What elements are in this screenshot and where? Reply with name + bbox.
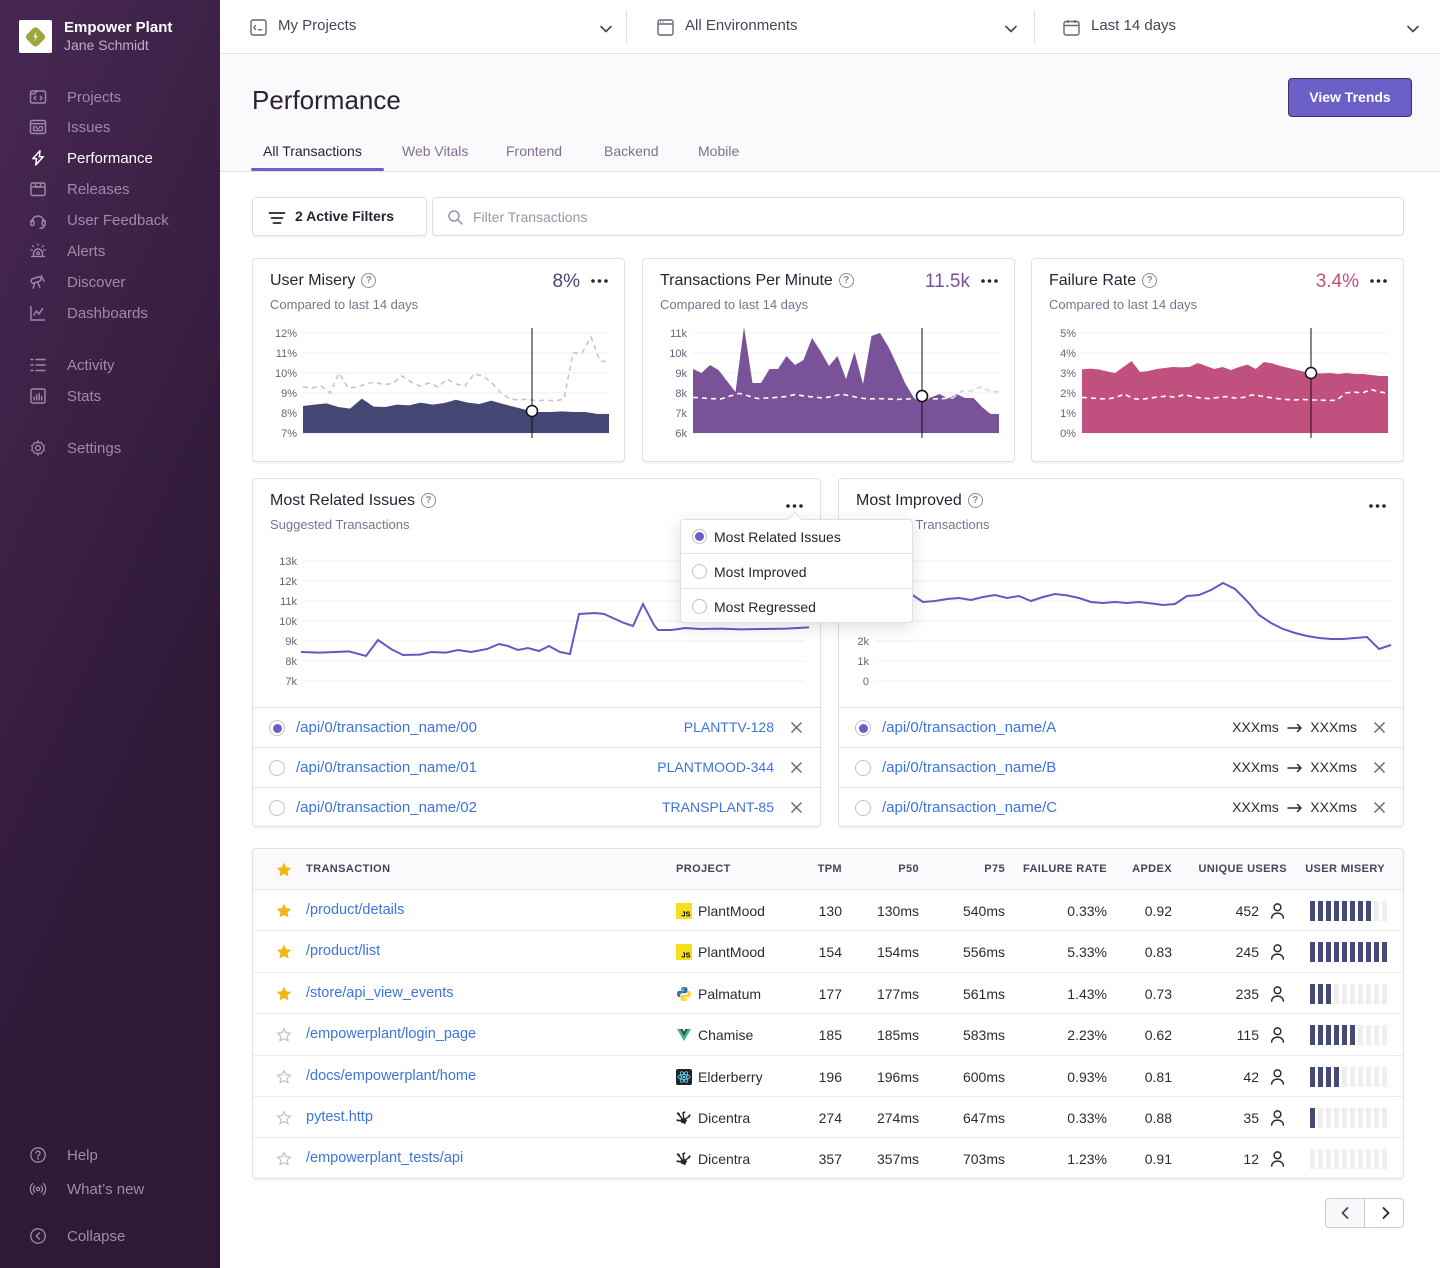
- svg-text:9%: 9%: [281, 388, 297, 400]
- svg-text:7k: 7k: [675, 408, 687, 420]
- svg-text:9k: 9k: [285, 636, 297, 648]
- svg-text:5%: 5%: [1060, 328, 1076, 340]
- svg-text:11k: 11k: [670, 328, 687, 340]
- svg-text:0%: 0%: [1060, 428, 1076, 440]
- svg-text:10k: 10k: [669, 348, 687, 360]
- svg-text:8k: 8k: [285, 656, 297, 668]
- svg-text:4%: 4%: [1060, 348, 1076, 360]
- svg-text:10k: 10k: [279, 616, 297, 628]
- svg-text:7k: 7k: [285, 676, 297, 688]
- svg-text:JS: JS: [681, 951, 690, 960]
- svg-text:0: 0: [863, 676, 869, 688]
- svg-text:9k: 9k: [675, 368, 687, 380]
- svg-text:1%: 1%: [1060, 408, 1076, 420]
- svg-text:12%: 12%: [275, 328, 297, 340]
- svg-text:12k: 12k: [279, 576, 297, 588]
- svg-text:3%: 3%: [1060, 368, 1076, 380]
- svg-text:8%: 8%: [281, 408, 297, 420]
- svg-text:JS: JS: [681, 910, 690, 919]
- svg-text:13k: 13k: [279, 556, 297, 568]
- svg-text:8k: 8k: [675, 388, 687, 400]
- svg-text:2k: 2k: [857, 636, 869, 648]
- svg-text:2%: 2%: [1060, 388, 1076, 400]
- svg-text:1k: 1k: [857, 656, 869, 668]
- svg-text:11%: 11%: [276, 348, 297, 360]
- svg-text:6k: 6k: [675, 428, 687, 440]
- svg-text:10%: 10%: [275, 368, 297, 380]
- svg-text:7%: 7%: [281, 428, 297, 440]
- svg-text:11k: 11k: [280, 596, 297, 608]
